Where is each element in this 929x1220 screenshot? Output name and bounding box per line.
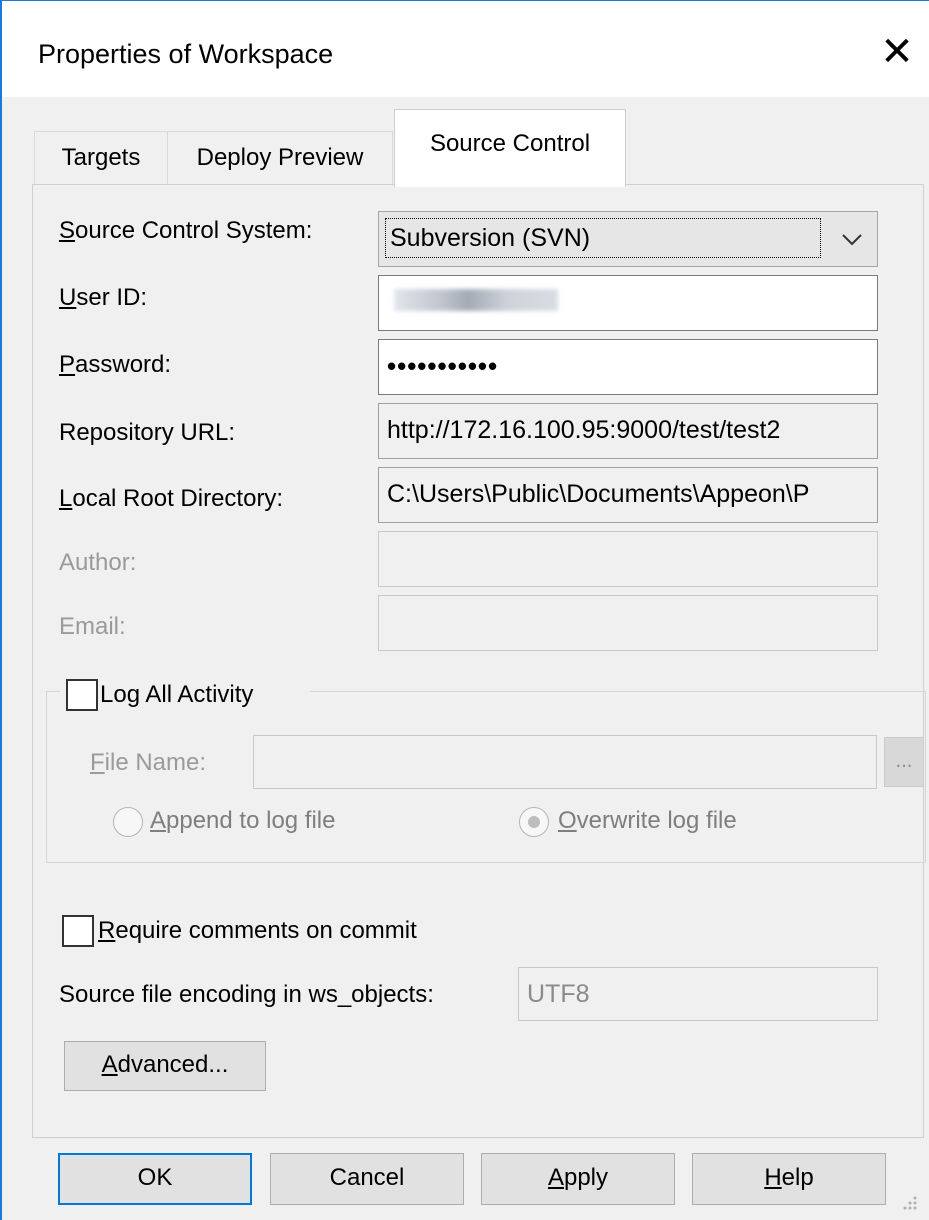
source-control-system-select[interactable]: Subversion (SVN) (378, 211, 878, 267)
browse-button[interactable]: ... (884, 737, 924, 787)
require-comments-checkbox[interactable] (62, 915, 94, 947)
append-log-radio[interactable] (113, 807, 143, 837)
source-control-system-label: Source Control System: (59, 217, 313, 244)
tab-label: Deploy Preview (196, 144, 364, 171)
dialog-title: Properties of Workspace (38, 39, 334, 69)
tab-label: Source Control (429, 130, 591, 157)
tab-label: Targets (61, 144, 141, 171)
resize-grip-icon[interactable] (899, 1194, 919, 1214)
local-root-directory-label: Local Root Directory: (59, 485, 284, 512)
source-control-system-value: Subversion (SVN) (385, 218, 821, 258)
log-all-activity-label: Log All Activity (100, 681, 254, 708)
apply-button[interactable]: Apply (481, 1153, 675, 1205)
author-label: Author: (59, 549, 137, 576)
repository-url-field[interactable]: http://172.16.100.95:9000/test/test2 (378, 403, 878, 459)
log-all-activity-checkbox[interactable] (66, 679, 98, 711)
require-comments-label[interactable]: Require comments on commit (98, 917, 417, 945)
file-name-label: File Name: (90, 749, 207, 776)
local-root-directory-field[interactable]: C:\Users\Public\Documents\Appeon\P (378, 467, 878, 523)
close-icon[interactable]: ✕ (872, 27, 922, 77)
title-bar: Properties of Workspace ✕ (2, 1, 929, 97)
repository-url-label: Repository URL: (59, 419, 236, 446)
password-label: Password: (59, 351, 172, 378)
overwrite-log-radio[interactable] (519, 807, 549, 837)
email-field[interactable] (378, 595, 878, 651)
append-log-label: Append to log file (150, 807, 336, 834)
encoding-field[interactable]: UTF8 (518, 967, 878, 1021)
file-name-field[interactable] (253, 735, 877, 789)
overwrite-log-label: Overwrite log file (558, 807, 737, 834)
tab-source-control[interactable]: Source Control (394, 109, 626, 187)
cancel-button[interactable]: Cancel (270, 1153, 464, 1205)
advanced-button[interactable]: Advanced... (64, 1041, 266, 1091)
user-id-label: User ID: (59, 284, 148, 311)
log-all-activity-row[interactable]: Log All Activity (60, 675, 310, 715)
encoding-label: Source file encoding in ws_objects: (59, 981, 434, 1008)
properties-dialog: Properties of Workspace ✕ Targets Deploy… (0, 0, 929, 1220)
radio-selected-dot (528, 816, 540, 828)
ok-button[interactable]: OK (58, 1153, 252, 1205)
redacted-user-id (394, 289, 558, 311)
email-label: Email: (59, 613, 126, 640)
password-field[interactable]: ••••••••••• (378, 339, 878, 395)
author-field[interactable] (378, 531, 878, 587)
chevron-down-icon (842, 234, 862, 246)
help-button[interactable]: Help (692, 1153, 886, 1205)
